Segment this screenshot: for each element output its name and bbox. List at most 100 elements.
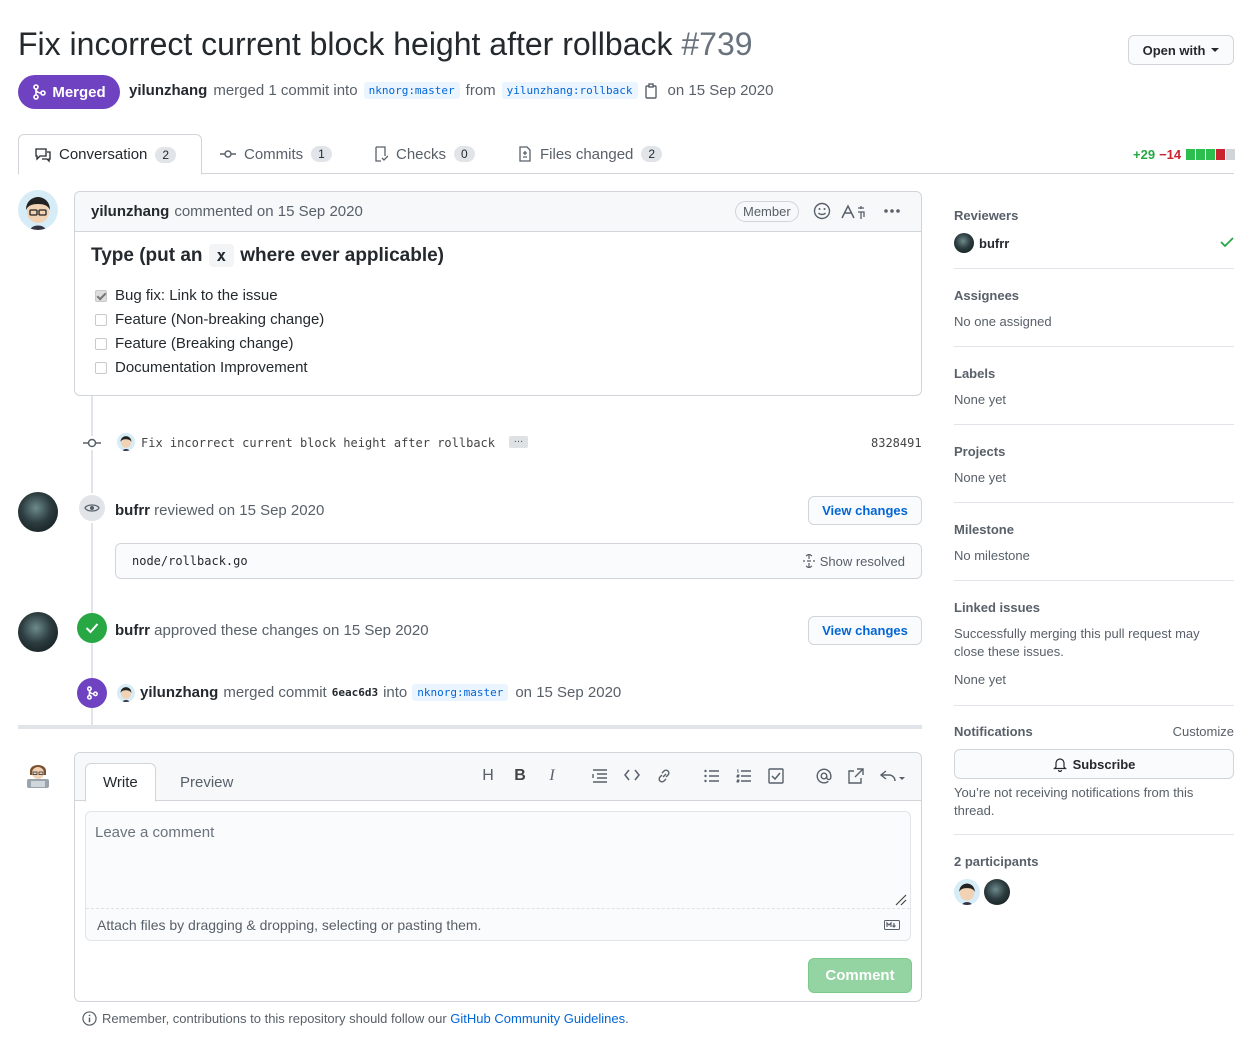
member-badge: Member <box>735 201 799 222</box>
review-timestamp[interactable]: reviewed on 15 Sep 2020 <box>154 502 324 519</box>
view-changes-button[interactable]: View changes <box>808 616 922 645</box>
participant-avatar[interactable] <box>954 879 980 905</box>
markdown-icon[interactable] <box>884 920 900 930</box>
avatar[interactable] <box>117 684 135 702</box>
task-item: Feature (Non-breaking change) <box>95 311 324 328</box>
caret-down-icon <box>1211 48 1220 52</box>
review-file-box: node/rollback.go Show resolved <box>115 543 922 579</box>
participant-avatar[interactable] <box>984 879 1010 905</box>
notifications-description: You’re not receiving notifications from … <box>954 785 1194 818</box>
comment-heading: Type (put an x where ever applicable) <box>91 244 444 267</box>
tab-counter: 2 <box>641 146 663 162</box>
avatar[interactable] <box>18 492 58 532</box>
customize-link[interactable]: Customize <box>1173 724 1234 739</box>
view-changes-button[interactable]: View changes <box>808 496 922 525</box>
commit-message-link[interactable]: Fix incorrect current block height after… <box>141 436 495 450</box>
head-branch[interactable]: yilunzhang:rollback <box>501 82 638 99</box>
tab-label: Commits <box>244 145 304 163</box>
resize-handle-icon[interactable] <box>895 894 907 906</box>
clipboard-icon[interactable] <box>644 82 658 99</box>
tab-counter: 0 <box>454 146 475 162</box>
merge-sha-link[interactable]: 6eac6d3 <box>332 686 378 699</box>
quote-icon[interactable] <box>592 769 608 783</box>
file-path-link[interactable]: node/rollback.go <box>132 554 248 568</box>
base-branch[interactable]: nknorg:master <box>412 684 509 701</box>
sidebar-section-title[interactable]: Labels <box>954 366 1234 381</box>
heading-text: Type (put an <box>91 244 203 266</box>
guidelines-link[interactable]: GitHub Community Guidelines <box>450 1011 625 1026</box>
task-item: Feature (Breaking change) <box>95 335 293 352</box>
sidebar-section-title: 2 participants <box>954 854 1039 869</box>
commit-sha-link[interactable]: 8328491 <box>871 436 922 450</box>
code-icon[interactable] <box>624 769 640 781</box>
base-branch[interactable]: nknorg:master <box>363 82 460 99</box>
tab-conversation[interactable]: Conversation 2 <box>18 134 202 175</box>
ordered-list-icon[interactable] <box>736 769 752 783</box>
linked-issues-description: Successfully merging this pull request m… <box>954 626 1200 659</box>
heading-text: where ever applicable) <box>240 244 445 266</box>
editor-toolbar: Write Preview H B I <box>75 753 921 802</box>
author-link[interactable]: yilunzhang <box>129 82 207 99</box>
subscribe-button[interactable]: Subscribe <box>954 749 1234 779</box>
git-merge-icon <box>77 678 107 708</box>
reviewer-link[interactable]: bufrr <box>115 502 150 519</box>
comment-author[interactable]: yilunzhang <box>91 203 169 220</box>
sidebar-section-title[interactable]: Projects <box>954 444 1234 459</box>
sidebar-section-title[interactable]: Assignees <box>954 288 1234 303</box>
kebab-horizontal-icon[interactable] <box>883 208 901 214</box>
assignees-value: No one assigned <box>954 314 1052 329</box>
merger-link[interactable]: yilunzhang <box>140 684 218 701</box>
tab-files-changed[interactable]: Files changed 2 <box>502 134 678 174</box>
avatar[interactable] <box>24 759 52 789</box>
reviewer-item[interactable]: bufrr <box>954 233 1234 253</box>
tab-label: Files changed <box>540 145 634 163</box>
sidebar-notifications: Notifications Customize Subscribe You’re… <box>954 724 1234 835</box>
bold-icon[interactable]: B <box>510 767 530 785</box>
tab-checks[interactable]: Checks 0 <box>358 134 491 174</box>
italic-icon[interactable]: I <box>542 767 562 785</box>
mention-icon[interactable] <box>816 768 832 784</box>
show-resolved-button[interactable]: Show resolved <box>802 554 905 569</box>
sidebar-section-title[interactable]: Milestone <box>954 522 1234 537</box>
participants-list <box>954 879 1234 905</box>
unordered-list-icon[interactable] <box>704 769 720 783</box>
avatar-image <box>27 765 49 788</box>
comment-timestamp[interactable]: commented on 15 Sep 2020 <box>174 203 362 220</box>
avatar[interactable] <box>18 190 58 230</box>
unfold-icon <box>802 554 815 568</box>
merge-text: merged commit <box>223 684 327 701</box>
guidelines-note: Remember, contributions to this reposito… <box>82 1011 629 1026</box>
tasklist-icon[interactable] <box>768 768 784 784</box>
task-label: Documentation Improvement <box>115 359 308 376</box>
translate-icon[interactable] <box>840 204 870 220</box>
status-label: Merged <box>52 83 106 101</box>
tab-label: Checks <box>396 145 447 163</box>
tab-commits[interactable]: Commits 1 <box>204 134 348 174</box>
review-event: bufrr reviewed on 15 Sep 2020 <box>115 502 324 519</box>
open-with-button[interactable]: Open with <box>1128 35 1234 65</box>
task-label: Bug fix: Link to the issue <box>115 287 278 304</box>
link-icon[interactable] <box>656 768 672 784</box>
subscribe-label: Subscribe <box>1072 756 1136 772</box>
tab-preview[interactable]: Preview <box>163 763 250 802</box>
projects-value: None yet <box>954 470 1007 485</box>
git-commit-icon <box>83 436 101 450</box>
merge-event: yilunzhang merged commit 6eac6d3 into nk… <box>140 684 621 701</box>
smiley-icon[interactable] <box>813 202 831 220</box>
attach-files-bar[interactable]: Attach files by dragging & dropping, sel… <box>86 908 910 940</box>
comment-submit-button[interactable]: Comment <box>808 958 912 993</box>
heading-icon[interactable]: H <box>478 767 498 785</box>
reply-icon[interactable] <box>880 768 906 784</box>
avatar[interactable] <box>18 612 58 652</box>
git-commit-icon <box>220 150 236 158</box>
cross-reference-icon[interactable] <box>848 768 864 784</box>
merge-timestamp[interactable]: on 15 Sep 2020 <box>515 684 621 701</box>
expand-commit-button[interactable]: … <box>509 435 528 448</box>
sidebar-section-title[interactable]: Reviewers <box>954 208 1234 223</box>
comment-textarea[interactable]: Leave a comment Attach files by dragging… <box>85 811 911 941</box>
approval-timestamp[interactable]: approved these changes on 15 Sep 2020 <box>154 622 428 639</box>
sidebar-section-title: Notifications Customize <box>954 724 1234 739</box>
reviewer-link[interactable]: bufrr <box>115 622 150 639</box>
tab-write[interactable]: Write <box>85 763 156 802</box>
avatar[interactable] <box>117 433 135 451</box>
